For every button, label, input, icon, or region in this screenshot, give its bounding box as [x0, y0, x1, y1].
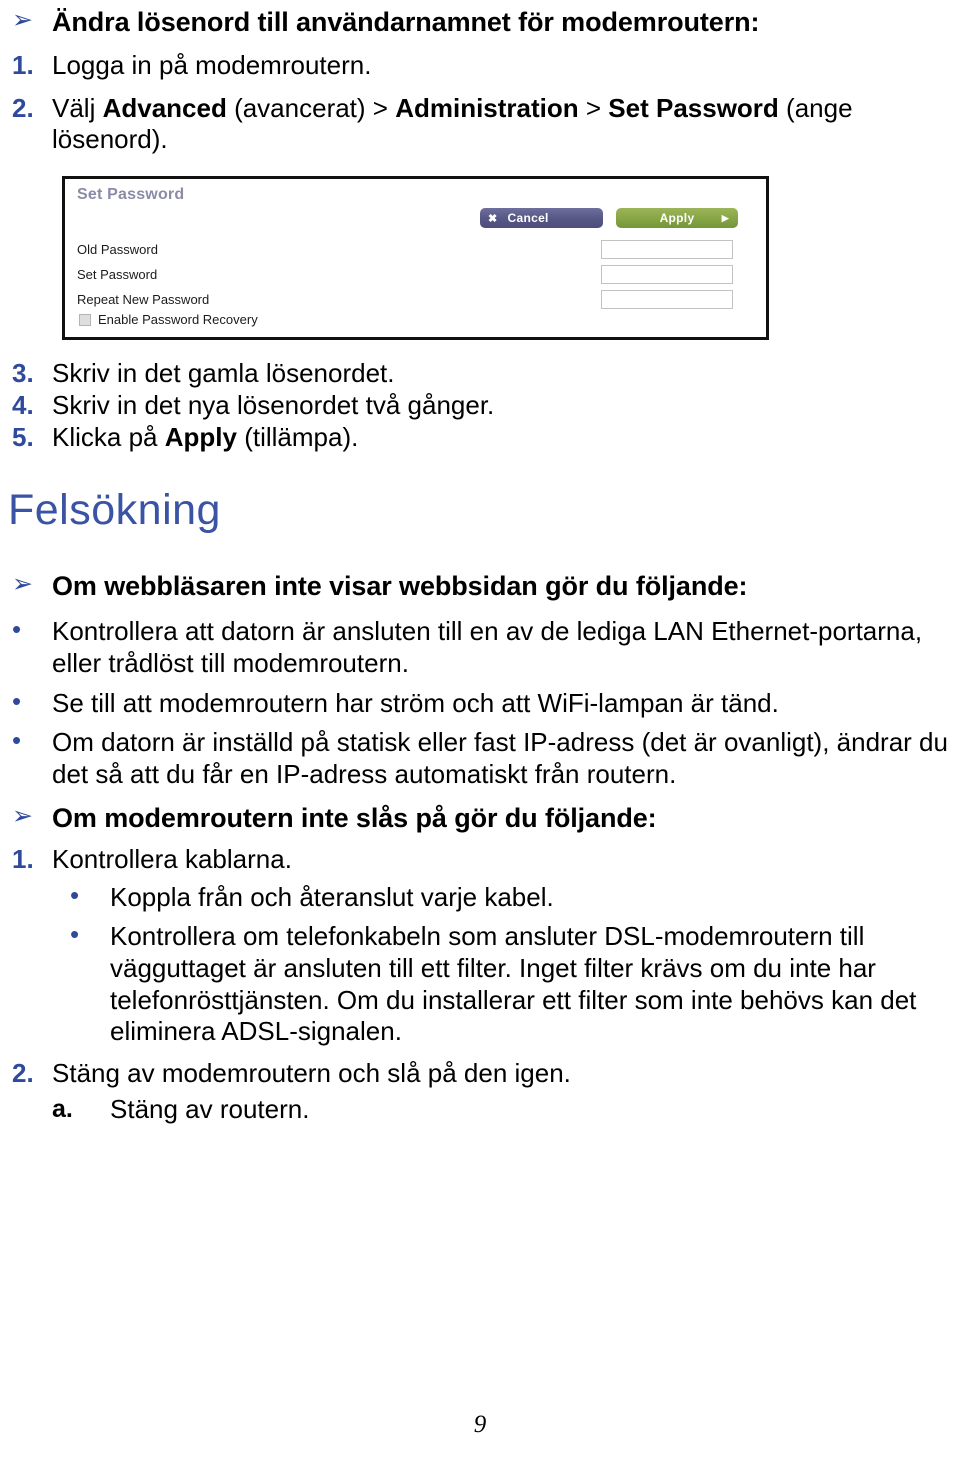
password-step-1-text: Logga in på modemroutern. [52, 49, 372, 80]
password-step-3: 3. Skriv in det gamla lösenordet. [0, 358, 960, 390]
dot-bullet-icon: • [12, 685, 22, 716]
troubleshooting-g2-item-2-text: Stäng av modemroutern och slå på den ige… [52, 1058, 571, 1089]
enable-password-recovery-row[interactable]: Enable Password Recovery [79, 312, 258, 327]
troubleshooting-g1-bullet-3-text: Om datorn är inställd på statisk eller f… [52, 727, 948, 790]
password-step-2-text: Välj Advanced (avancerat) > Administrati… [52, 93, 960, 156]
set-password-panel: Set Password ✖ Cancel Apply ▶ Old Passwo… [62, 176, 769, 341]
password-step-4: 4. Skriv in det nya lösenordet två gånge… [0, 390, 960, 422]
troubleshooting-g2-item-2: 2. Stäng av modemroutern och slå på den … [0, 1058, 960, 1090]
list-marker: 2. [12, 92, 34, 123]
old-password-row: Old Password [77, 237, 778, 262]
troubleshooting-group2-heading-row: ➢ Om modemroutern inte slås på gör du fö… [0, 802, 960, 835]
repeat-password-row: Repeat New Password [77, 287, 778, 312]
troubleshooting-g1-bullet-2: • Se till att modemroutern har ström och… [0, 685, 960, 720]
step2-mid2: > [578, 92, 609, 123]
troubleshooting-g2-item-1-text: Kontrollera kablarna. [52, 843, 292, 874]
list-marker: 3. [12, 358, 34, 389]
list-marker: 1. [12, 49, 34, 80]
password-step-4-text: Skriv in det nya lösenordet två gånger. [52, 389, 495, 420]
troubleshooting-g2-item-1-sub-2-text: Kontrollera om telefonkabeln som anslute… [110, 921, 917, 1047]
password-step-5-text: Klicka på Apply (tillämpa). [52, 422, 960, 454]
list-marker: a. [52, 1094, 73, 1123]
enable-password-recovery-checkbox[interactable] [79, 313, 91, 326]
list-marker: 1. [12, 843, 34, 874]
apply-button-label: Apply [659, 211, 695, 226]
password-step-1: 1. Logga in på modemroutern. [0, 50, 960, 82]
step2-bold-setpassword: Set Password [608, 92, 779, 123]
step2-bold-administration: Administration [395, 92, 579, 123]
troubleshooting-g2-item-1-sub-1-text: Koppla från och återanslut varje kabel. [110, 882, 554, 913]
troubleshooting-g2-item-1-sub-2: • Kontrollera om telefonkabeln som anslu… [0, 919, 960, 1048]
troubleshooting-group1-heading: Om webbläsaren inte visar webbsidan gör … [52, 571, 748, 602]
set-password-fields: Old Password Set Password Repeat New Pas… [77, 237, 778, 312]
troubleshooting-g1-bullet-3: • Om datorn är inställd på statisk eller… [0, 727, 960, 790]
troubleshooting-g2-item-2-sub-a: a. Stäng av routern. [0, 1094, 960, 1126]
set-password-panel-title: Set Password [77, 186, 185, 204]
step5-post: (tillämpa). [236, 421, 359, 452]
play-arrow-icon: ▶ [721, 212, 729, 223]
list-marker: 2. [12, 1058, 34, 1089]
dot-bullet-icon: • [12, 725, 22, 756]
document-page: ➢ Ändra lösenord till användarnamnet för… [0, 0, 960, 1457]
step2-mid1: (avancerat) > [226, 92, 396, 123]
password-step-3-text: Skriv in det gamla lösenordet. [52, 358, 395, 389]
set-password-label: Set Password [77, 267, 158, 283]
list-marker: 4. [12, 389, 34, 420]
repeat-password-label: Repeat New Password [77, 292, 210, 308]
apply-button[interactable]: Apply ▶ [616, 208, 738, 229]
set-password-row: Set Password [77, 262, 778, 287]
list-marker: 5. [12, 421, 34, 452]
arrow-bullet-icon: ➢ [12, 801, 33, 830]
set-password-figure: Set Password ✖ Cancel Apply ▶ Old Passwo… [62, 176, 769, 341]
set-password-input[interactable] [601, 265, 733, 285]
password-step-2: 2. Välj Advanced (avancerat) > Administr… [0, 93, 960, 156]
troubleshooting-g1-bullet-2-text: Se till att modemroutern har ström och a… [52, 687, 779, 718]
arrow-bullet-icon: ➢ [12, 6, 33, 34]
troubleshooting-group1-heading-row: ➢ Om webbläsaren inte visar webbsidan gö… [0, 570, 960, 603]
step2-pre: Välj [52, 92, 103, 123]
password-section-heading-row: ➢ Ändra lösenord till användarnamnet för… [0, 6, 960, 39]
step5-bold-apply: Apply [164, 421, 237, 452]
repeat-password-input[interactable] [601, 290, 733, 310]
troubleshooting-g1-bullet-1: • Kontrollera att datorn är ansluten til… [0, 614, 960, 679]
old-password-input[interactable] [601, 240, 733, 260]
old-password-label: Old Password [77, 242, 158, 258]
troubleshooting-g2-item-1-sub-1: • Koppla från och återanslut varje kabel… [0, 882, 960, 914]
dot-bullet-icon: • [70, 919, 80, 950]
enable-password-recovery-label: Enable Password Recovery [98, 312, 258, 328]
dot-bullet-icon: • [70, 880, 80, 911]
troubleshooting-group2-heading: Om modemroutern inte slås på gör du följ… [52, 802, 657, 833]
dot-bullet-icon: • [12, 614, 22, 645]
cancel-button-label: Cancel [507, 211, 549, 226]
step5-pre: Klicka på [52, 421, 165, 452]
arrow-bullet-icon: ➢ [12, 570, 33, 599]
set-password-panel-buttons: ✖ Cancel Apply ▶ [480, 208, 738, 229]
cancel-button[interactable]: ✖ Cancel [480, 208, 603, 229]
password-step-5: 5. Klicka på Apply (tillämpa). [0, 422, 960, 454]
troubleshooting-g2-item-1: 1. Kontrollera kablarna. [0, 844, 960, 876]
troubleshooting-g1-bullet-1-text: Kontrollera att datorn är ansluten till … [52, 616, 923, 678]
password-section-heading: Ändra lösenord till användarnamnet för m… [52, 7, 760, 37]
close-x-icon: ✖ [488, 212, 498, 225]
page-number: 9 [473, 1411, 487, 1438]
step2-bold-advanced: Advanced [102, 92, 227, 123]
troubleshooting-heading: Felsökning [8, 486, 221, 535]
troubleshooting-g2-item-2-sub-a-text: Stäng av routern. [110, 1093, 310, 1124]
